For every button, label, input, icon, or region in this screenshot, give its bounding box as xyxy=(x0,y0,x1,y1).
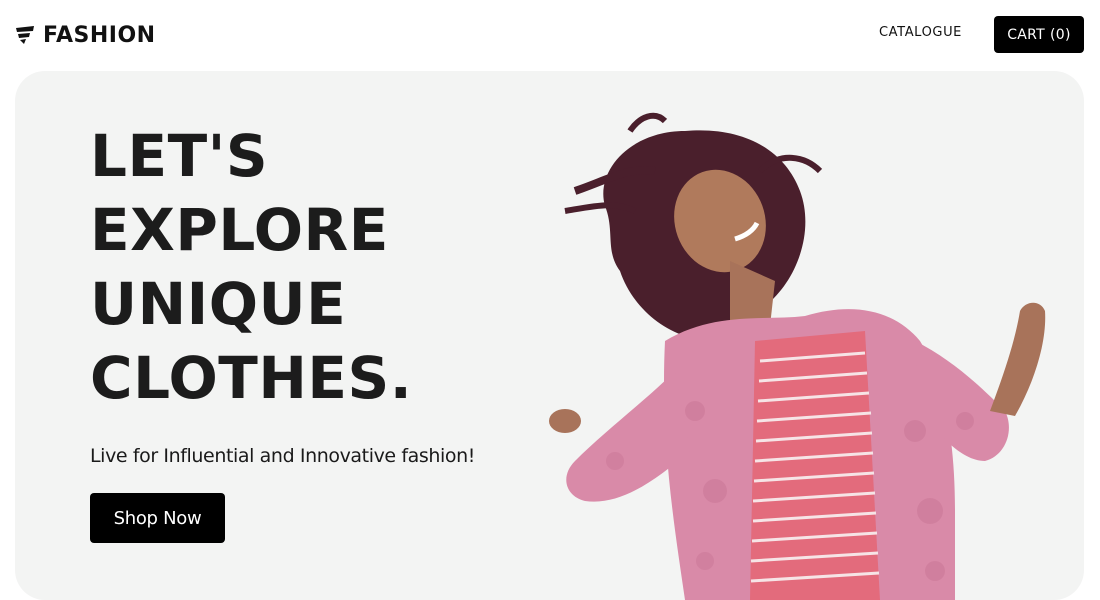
headline-line: UNIQUE xyxy=(90,270,347,338)
hero-image xyxy=(535,111,1075,600)
shop-now-button[interactable]: Shop Now xyxy=(90,493,225,543)
headline-line: EXPLORE xyxy=(90,196,389,264)
hero-headline: LET'S EXPLORE UNIQUE CLOTHES. xyxy=(90,119,412,415)
model-illustration xyxy=(549,112,1046,600)
headline-line: CLOTHES. xyxy=(90,344,413,412)
site-header: FASHION CATALOGUE CART (0) xyxy=(0,0,1100,70)
brand-logo-icon xyxy=(16,26,34,44)
hero-tagline: Live for Influential and Innovative fash… xyxy=(90,445,475,467)
brand-logo[interactable]: FASHION xyxy=(15,20,156,50)
headline-line: LET'S xyxy=(90,122,269,190)
hero-banner: LET'S EXPLORE UNIQUE CLOTHES. Live for I… xyxy=(15,71,1084,600)
nav-link-catalogue[interactable]: CATALOGUE xyxy=(879,25,962,40)
cart-label: CART xyxy=(1007,26,1046,43)
cart-count: (0) xyxy=(1050,26,1071,43)
cart-button[interactable]: CART (0) xyxy=(994,16,1084,53)
brand-name: FASHION xyxy=(43,22,156,48)
